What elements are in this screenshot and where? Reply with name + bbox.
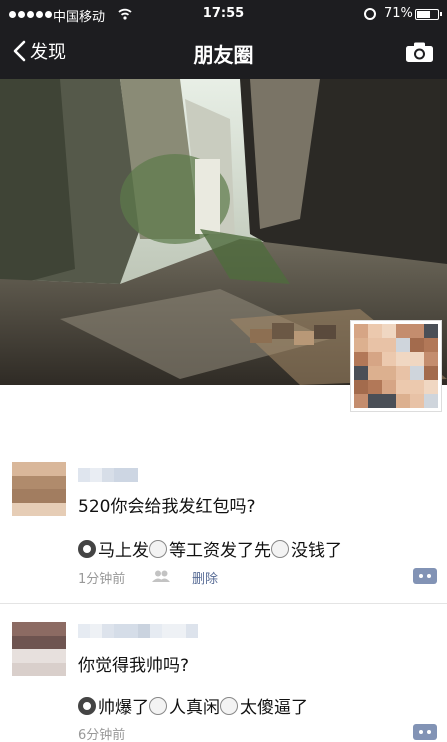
- status-time: 17:55: [202, 6, 245, 21]
- post-time: 6分钟前: [78, 728, 126, 742]
- divider: [0, 603, 447, 604]
- post-text: 520你会给我发红包吗?: [78, 497, 256, 517]
- post-text: 你觉得我帅吗?: [78, 656, 190, 676]
- radio-icon: [149, 539, 167, 558]
- poll-option-label: 马上发: [98, 541, 149, 561]
- poll-option-label: 太傻逼了: [240, 698, 308, 718]
- poll-option[interactable]: 人真闲: [149, 693, 220, 718]
- battery-percent: 71%: [384, 6, 413, 21]
- alarm-icon: [364, 8, 376, 20]
- profile-avatar[interactable]: [350, 320, 442, 412]
- poll-option[interactable]: 等工资发了先: [149, 536, 271, 561]
- radio-icon: [78, 539, 96, 558]
- page-title: 朋友圈: [193, 43, 254, 67]
- post-author-name[interactable]: [78, 468, 138, 482]
- poll-option[interactable]: 帅爆了: [78, 693, 149, 718]
- post-time: 1分钟前: [78, 572, 126, 587]
- poll-options: 马上发 等工资发了先 没钱了: [78, 536, 342, 561]
- post-avatar[interactable]: [12, 622, 66, 676]
- poll-option-label: 人真闲: [169, 698, 220, 718]
- comment-icon[interactable]: [413, 724, 437, 740]
- top-bar: 中国移动 17:55 71% 发现 朋友圈: [0, 0, 447, 79]
- radio-icon: [271, 539, 289, 558]
- camera-icon[interactable]: [405, 41, 434, 63]
- poll-option-label: 帅爆了: [98, 698, 149, 718]
- radio-icon: [78, 696, 96, 715]
- poll-option-label: 没钱了: [291, 541, 342, 561]
- comment-icon[interactable]: [413, 568, 437, 584]
- poll-option[interactable]: 没钱了: [271, 536, 342, 561]
- radio-icon: [220, 696, 238, 715]
- poll-options: 帅爆了 人真闲 太傻逼了: [78, 693, 308, 718]
- post-item: 你觉得我帅吗? 帅爆了 人真闲 太傻逼了 6分钟前: [0, 618, 447, 742]
- friends-visibility-icon[interactable]: [152, 570, 170, 582]
- profile-avatar-image: [354, 324, 438, 408]
- status-bar: 中国移动 17:55 71%: [0, 0, 447, 30]
- poll-option-label: 等工资发了先: [169, 541, 271, 561]
- delete-link[interactable]: 删除: [192, 568, 218, 587]
- post-avatar[interactable]: [12, 462, 66, 516]
- post-author-name[interactable]: [78, 624, 198, 638]
- poll-option[interactable]: 马上发: [78, 536, 149, 561]
- poll-option[interactable]: 太傻逼了: [220, 693, 308, 718]
- radio-icon: [149, 696, 167, 715]
- post-item: 520你会给我发红包吗? 马上发 等工资发了先 没钱了 1分钟前 删除: [0, 458, 447, 598]
- battery-icon: [415, 9, 442, 20]
